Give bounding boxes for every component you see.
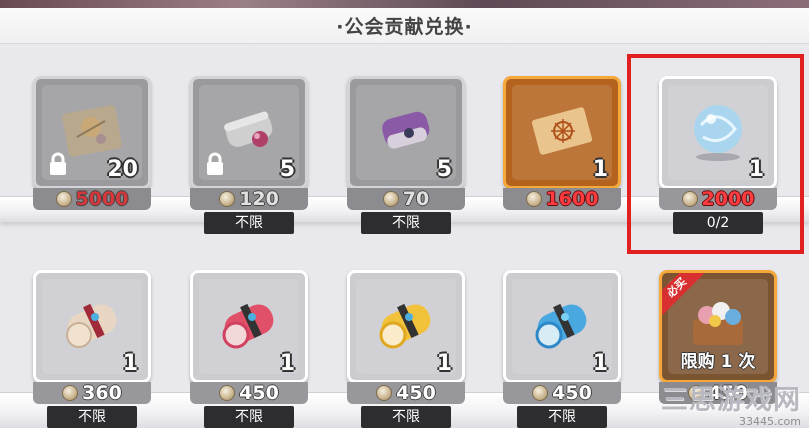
yellow-scroll-icon [379, 304, 431, 349]
coin-icon [219, 191, 236, 207]
lock-icon [207, 152, 223, 175]
price-row: 360 [33, 382, 151, 404]
item-price: 70 [402, 188, 430, 210]
item-quantity: 1 [592, 351, 608, 376]
coin-icon [376, 385, 393, 401]
coin-icon [55, 191, 72, 207]
item-quantity: 1 [279, 351, 295, 376]
red-scroll-icon [222, 304, 274, 349]
coin-icon [532, 385, 549, 401]
item-card: 5 [190, 76, 308, 189]
item-card: 20 [33, 76, 151, 189]
purchase-limit: 不限 [361, 406, 451, 428]
item-price: 450 [552, 382, 592, 404]
item-quantity: 1 [122, 351, 138, 376]
item-price: 1600 [545, 188, 599, 210]
purchase-limit: 不限 [204, 406, 294, 428]
coin-icon [382, 191, 399, 207]
item-quantity: 1 [436, 351, 452, 376]
coin-icon [219, 385, 236, 401]
price-row: 1600 [503, 188, 621, 210]
item-quantity: 20 [107, 157, 138, 182]
item-quantity: 1 [592, 157, 608, 182]
item-card: 1 [503, 76, 621, 189]
price-row: 450 [503, 382, 621, 404]
item-price: 360 [82, 382, 122, 404]
item-card: 1 [190, 270, 308, 383]
top-decoration [0, 0, 809, 8]
item-price: 120 [239, 188, 279, 210]
golden-ticket-icon [531, 107, 593, 156]
purchase-limit: 不限 [361, 212, 451, 234]
item-price: 450 [396, 382, 436, 404]
purchase-limit: 不限 [204, 212, 294, 234]
white-scroll-icon [66, 304, 117, 349]
header-bar: ·公会贡献兑换· [0, 8, 809, 44]
purchase-limit: 不限 [47, 406, 137, 428]
watermark-main: 三思游戏网 [661, 385, 801, 416]
site-watermark: 三思游戏网 33445.com [661, 378, 801, 428]
item-quantity: 5 [279, 157, 295, 182]
blue-scroll-icon [535, 304, 587, 349]
coin-icon [525, 191, 542, 207]
item-card: 1 [503, 270, 621, 383]
limited-purchase-label: 限购 1 次 [680, 352, 756, 372]
item-card: 必买 限购 1 次 [659, 270, 777, 383]
purchase-limit: 不限 [517, 406, 607, 428]
price-row: 5000 [33, 188, 151, 210]
price-row: 450 [347, 382, 465, 404]
item-card: 1 [33, 270, 151, 383]
item-card: 1 [347, 270, 465, 383]
selection-highlight [627, 54, 804, 254]
purple-scroll-icon [382, 112, 430, 149]
price-row: 450 [190, 382, 308, 404]
item-quantity: 5 [436, 157, 452, 182]
price-row: 120 [190, 188, 308, 210]
lock-icon [50, 152, 66, 175]
item-card: 5 [347, 76, 465, 189]
item-price: 5000 [75, 188, 129, 210]
item-price: 450 [239, 382, 279, 404]
price-row: 70 [347, 188, 465, 210]
coin-icon [62, 385, 79, 401]
page-title: ·公会贡献兑换· [336, 16, 473, 38]
